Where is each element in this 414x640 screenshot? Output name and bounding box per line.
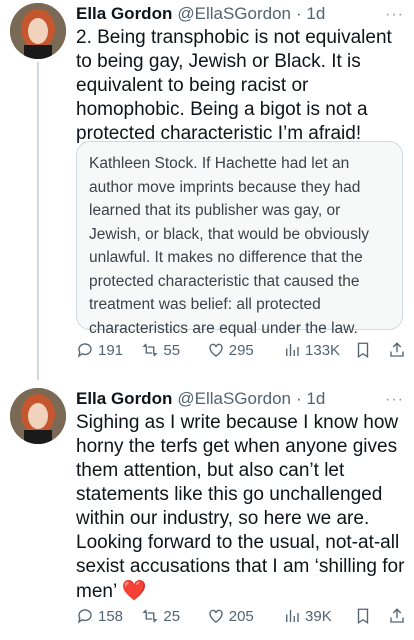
- red-heart-emoji: ❤️: [121, 580, 147, 602]
- like-count: 205: [228, 607, 254, 625]
- reply-icon: [77, 609, 92, 624]
- timestamp[interactable]: · 1d: [296, 4, 325, 24]
- like-count: 295: [228, 341, 254, 359]
- avatar-photo: [10, 388, 66, 444]
- reply-count: 158: [98, 607, 124, 625]
- bookmark-button[interactable]: [354, 607, 388, 625]
- tweet-actions: 158 25 205 39K: [76, 607, 406, 625]
- bookmark-icon: [358, 342, 369, 359]
- share-icon: [390, 342, 404, 357]
- author-handle[interactable]: @EllaSGordon: [177, 4, 291, 24]
- reply-icon: [77, 343, 92, 358]
- tweet-text: Sighing as I write because I know how ho…: [76, 411, 406, 604]
- share-button[interactable]: [388, 341, 406, 359]
- heart-icon: [209, 343, 223, 357]
- like-button[interactable]: 205: [207, 607, 283, 625]
- avatar[interactable]: [10, 3, 66, 59]
- bookmark-icon: [358, 608, 369, 625]
- author-name[interactable]: Ella Gordon: [76, 389, 172, 409]
- tweet-text-body: Sighing as I write because I know how ho…: [76, 412, 405, 602]
- author-name[interactable]: Ella Gordon: [76, 4, 172, 24]
- tweet-header: Ella Gordon @EllaSGordon · 1d: [76, 4, 406, 24]
- repost-count: 55: [163, 341, 181, 359]
- repost-button[interactable]: 55: [141, 341, 206, 359]
- more-options-button[interactable]: ···: [385, 6, 404, 24]
- reply-count: 191: [98, 341, 124, 359]
- more-options-button[interactable]: ···: [385, 391, 404, 409]
- timestamp[interactable]: · 1d: [296, 389, 325, 409]
- tweet-header: Ella Gordon @EllaSGordon · 1d: [76, 389, 406, 409]
- author-handle[interactable]: @EllaSGordon: [177, 389, 291, 409]
- repost-icon: [142, 343, 159, 357]
- quoted-tweet[interactable]: Kathleen Stock. If Hachette had let an a…: [76, 141, 403, 337]
- views-icon: [286, 610, 299, 622]
- avatar-photo: [10, 3, 66, 59]
- repost-button[interactable]: 25: [141, 607, 206, 625]
- repost-count: 25: [163, 607, 181, 625]
- views-button[interactable]: 39K: [283, 607, 354, 625]
- thread-line: [37, 62, 39, 380]
- share-button[interactable]: [388, 607, 406, 625]
- view-count: 133K: [305, 341, 341, 359]
- avatar[interactable]: [10, 388, 66, 444]
- views-button[interactable]: 133K: [283, 341, 354, 359]
- bookmark-button[interactable]: [354, 341, 388, 359]
- quoted-tweet-text: Kathleen Stock. If Hachette had let an a…: [89, 155, 370, 337]
- tweet-actions: 191 55 295 133K: [76, 341, 406, 359]
- view-count: 39K: [305, 607, 332, 625]
- share-icon: [390, 608, 404, 623]
- reply-button[interactable]: 191: [76, 341, 141, 359]
- repost-icon: [142, 609, 159, 623]
- tweet-text: 2. Being transphobic is not equivalent t…: [76, 27, 392, 144]
- views-icon: [286, 344, 299, 356]
- like-button[interactable]: 295: [207, 341, 283, 359]
- reply-button[interactable]: 158: [76, 607, 141, 625]
- tweet-2[interactable]: Ella Gordon @EllaSGordon · 1d ··· Sighin…: [0, 385, 414, 640]
- heart-icon: [209, 609, 223, 623]
- tweet-1[interactable]: Ella Gordon @EllaSGordon · 1d ··· 2. Bei…: [0, 0, 414, 380]
